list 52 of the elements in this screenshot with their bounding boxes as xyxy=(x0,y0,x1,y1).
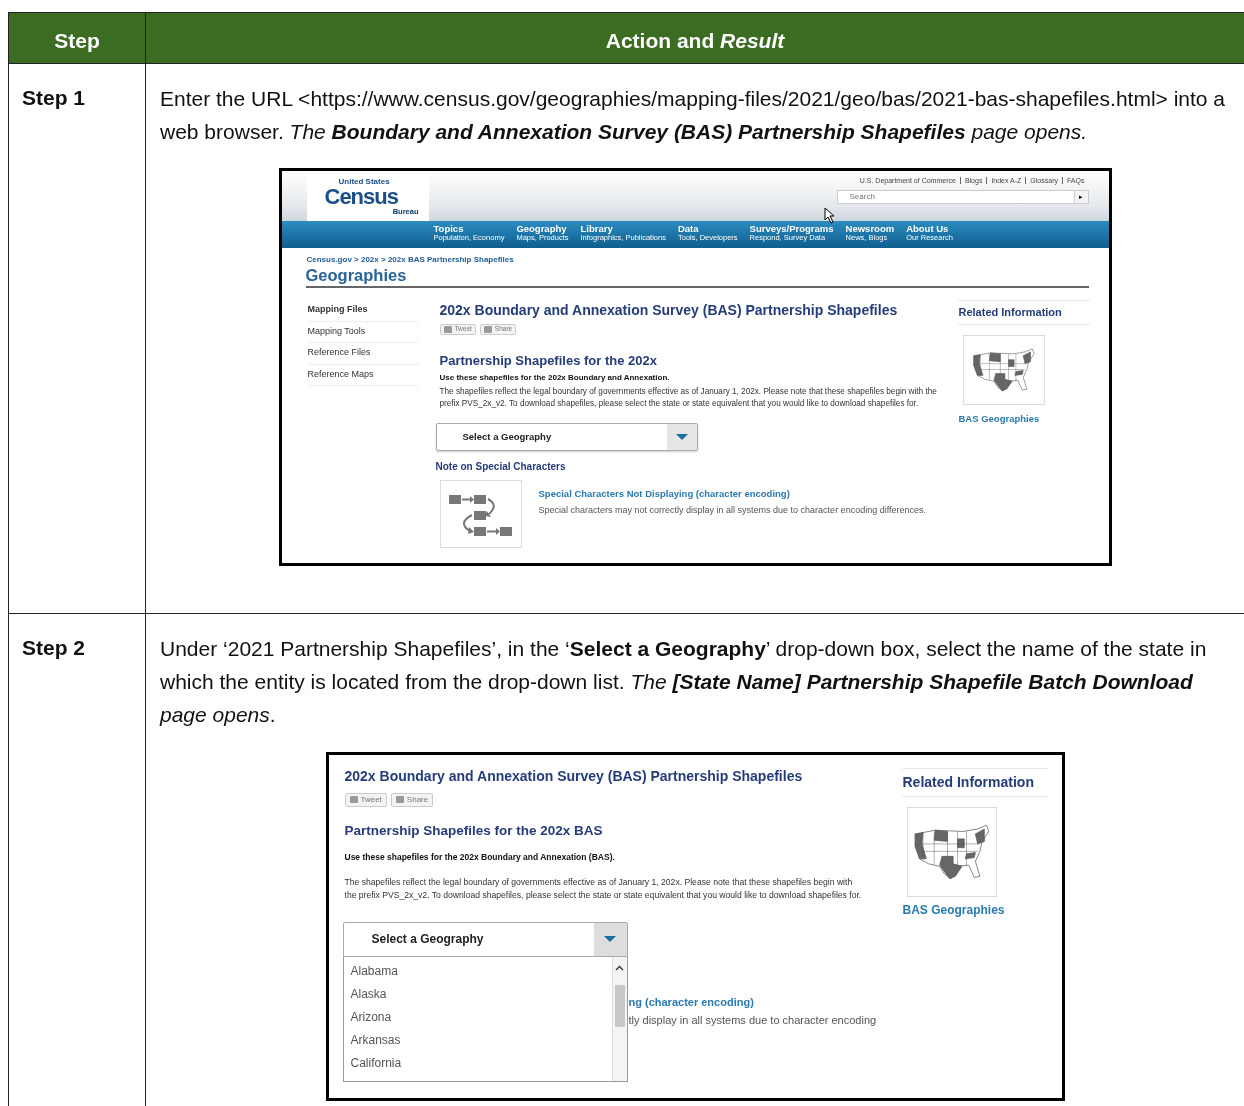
sidebar-link[interactable]: Mapping Tools xyxy=(307,321,418,344)
body-text: The shapefiles reflect the legal boundary of governments effective as of January 1, 202x. Please note that these shapefiles begin with the prefix PVS_2x_v2. To download shapefiles, please select the state or state equivalent that you would like to download shapefiles for. xyxy=(344,875,863,902)
link[interactable]: BAS Geographies xyxy=(902,901,1005,919)
map-thumbnail[interactable] xyxy=(906,807,997,897)
share-button[interactable]: Share xyxy=(390,792,434,807)
url-link[interactable]: https://www.census.gov/geographies/mapping-files/2021/geo/bas/2021-bas-shapefiles.html xyxy=(310,87,1156,110)
intro-text: Use these shapefiles for the 202x Boundary and Annexation (BAS). xyxy=(344,851,616,864)
scroll-up-icon xyxy=(614,964,624,971)
share-button[interactable]: Tweet xyxy=(344,792,387,807)
dropdown-option[interactable]: Arkansas xyxy=(343,1028,612,1052)
breadcrumb[interactable]: Census.gov > 202x > 202x BAS Partnership Shapefiles xyxy=(306,254,1109,266)
body-text: The shapefiles reflect the legal boundary of governments effective as of January 1, 202x. Please note that these shapefiles begin with the prefix PVS_2x_v2. To download shapefiles, please select the state or state equivalent that you would like to download shapefiles for. xyxy=(439,385,938,410)
dropdown-select[interactable]: Select a Geography xyxy=(435,423,698,452)
scroll-thumb[interactable] xyxy=(614,984,625,1027)
mouse-pointer-icon xyxy=(823,207,835,224)
step-label: Step 2 xyxy=(22,636,86,659)
dropdown-option[interactable]: Arizona xyxy=(343,1005,612,1029)
instruction-text: Enter the URL <https://www.census.gov/geographies/mapping-files/2021/geo/bas/2021-bas-shapefiles.html> into a web browser. The Boundary and Annexation Survey (BAS) Partnership Shapefiles page opens. xyxy=(160,86,1227,145)
square-icon xyxy=(443,325,452,333)
square-icon xyxy=(395,796,404,804)
dropdown-select[interactable]: Select a Geography xyxy=(342,921,628,957)
description-text: Special characters may not correctly display in all systems due to character encoding differences. xyxy=(538,504,927,518)
section-heading: Partnership Shapefiles for the 202x xyxy=(439,352,658,369)
dropdown-option[interactable]: Alaska xyxy=(343,982,612,1006)
scrollbar[interactable] xyxy=(611,956,627,1081)
dropdown-option[interactable]: California xyxy=(343,1051,612,1075)
us-map-drawing xyxy=(971,347,1036,392)
dropdown-arrow-icon xyxy=(604,936,616,942)
column-header: Step xyxy=(9,13,146,63)
section-heading: Partnership Shapefiles for the 202x BAS xyxy=(344,822,604,839)
section-heading: Related Information xyxy=(958,300,1089,325)
link[interactable]: Special Characters Not Displaying (character encoding) xyxy=(538,488,790,500)
sidebar-link[interactable]: Reference Files xyxy=(307,343,418,365)
column-header: Action and Result xyxy=(604,28,786,54)
sidebar-link[interactable]: Mapping Files xyxy=(307,300,418,322)
square-icon xyxy=(349,796,358,804)
section-title: Geographies xyxy=(305,266,1089,289)
link[interactable]: ng (character encoding) xyxy=(628,994,903,1009)
description-text: tly display in all systems due to character encoding xyxy=(628,1012,878,1027)
dropdown-arrow-icon xyxy=(675,434,688,441)
section-heading: Related Information xyxy=(902,768,1048,797)
page-title: 202x Boundary and Annexation Survey (BAS) Partnership Shapefiles xyxy=(344,768,804,785)
instruction-text: Under ‘2021 Partnership Shapefiles’, in the ‘Select a Geography’ drop-down box, select the name of the state in which the entity is located from the drop-down list. The [State Name] Partnership Shapefile Batch Download page opens. xyxy=(160,636,1208,728)
sidebar-link[interactable]: Reference Maps xyxy=(307,364,418,387)
page-title: 202x Boundary and Annexation Survey (BAS) Partnership Shapefiles xyxy=(439,302,899,319)
section-heading: Note on Special Characters xyxy=(435,460,567,475)
dropdown-option[interactable]: Alabama xyxy=(343,959,612,983)
step-label: Step 1 xyxy=(22,86,86,109)
intro-text: Use these shapefiles for the 202x Boundary and Annexation. xyxy=(439,371,671,384)
map-thumbnail[interactable] xyxy=(962,334,1045,405)
link[interactable]: BAS Geographies xyxy=(958,411,1040,426)
square-icon xyxy=(483,325,492,333)
